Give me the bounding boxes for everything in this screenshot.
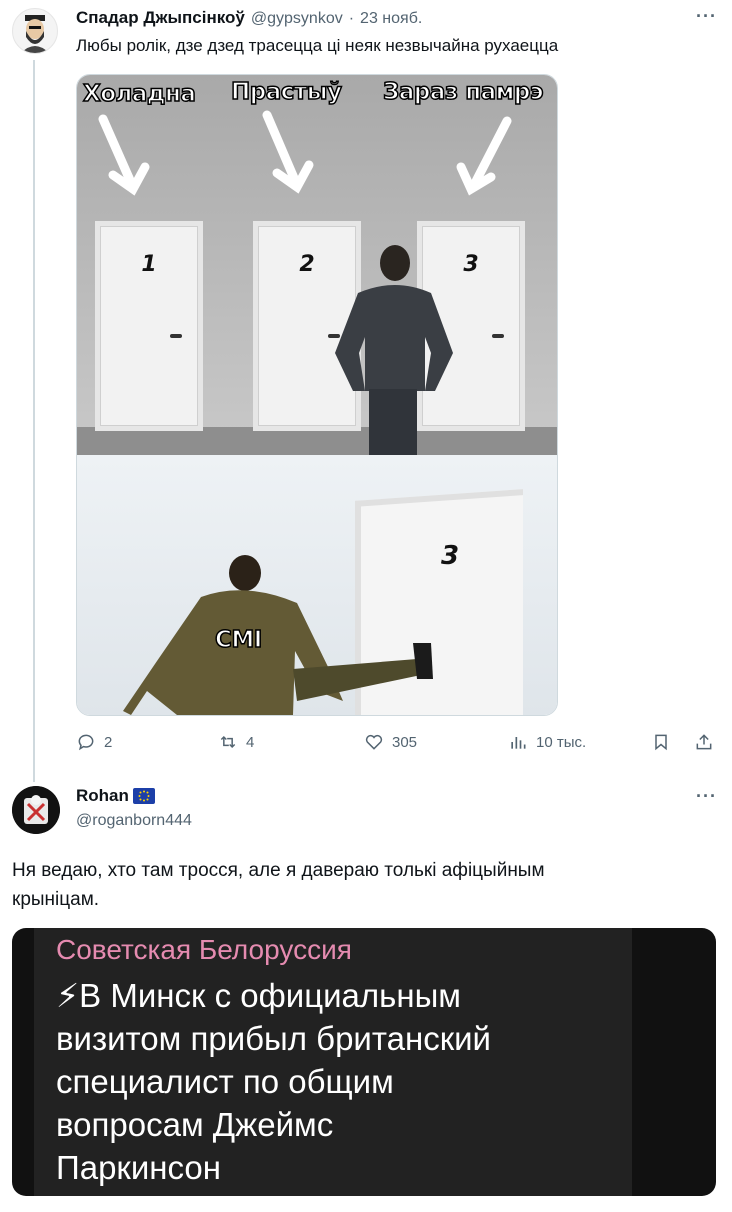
author-name[interactable]: Спадар Джыпсінкоў xyxy=(76,8,245,28)
eu-flag-icon xyxy=(132,788,155,804)
message-line: Паркинсон xyxy=(56,1149,221,1186)
meme-image[interactable]: Холадна Прастыў Зараз памрэ 1 2 3 3 СМІ xyxy=(76,74,558,716)
arrow-icons xyxy=(98,110,512,196)
tweet-header: Спадар Джыпсінкоў @gypsynkov · 23 нояб. xyxy=(76,8,422,28)
bookmark-icon xyxy=(655,734,667,751)
avatar-illustration xyxy=(21,15,49,53)
like-button[interactable]: 305 xyxy=(364,732,417,752)
more-options-button[interactable]: ··· xyxy=(696,6,717,27)
meme-top-panel: Холадна Прастыў Зараз памрэ 1 2 3 xyxy=(77,75,557,455)
tweet-text-line: Ня ведаю, хто там тросся, але я давераю … xyxy=(12,860,545,881)
message-line: вопросам Джеймс xyxy=(56,1106,334,1143)
man-in-suit-figure xyxy=(335,245,453,455)
more-options-button[interactable]: ··· xyxy=(696,786,717,807)
channel-name: Советская Белоруссия xyxy=(56,934,352,965)
tweet-text: Ня ведаю, хто там тросся, але я давераю … xyxy=(12,856,712,914)
meme-label-2: Прастыў xyxy=(230,78,342,106)
bookmark-button[interactable] xyxy=(651,732,671,752)
man-kicking-figure xyxy=(123,555,433,715)
message-line: визитом прибыл британский xyxy=(56,1020,491,1057)
meme-label-3: Зараз памрэ xyxy=(382,78,544,106)
meme-label-1: Холадна xyxy=(82,80,196,108)
thread-line xyxy=(33,60,35,782)
message-text: ⚡В Минск с официальным визитом прибыл бр… xyxy=(56,974,636,1189)
tweet-text: Любы ролік, дзе дзед трасецца ці неяк не… xyxy=(76,36,559,55)
share-icon xyxy=(696,734,712,750)
reply-button[interactable]: 2 xyxy=(76,732,112,752)
reply-count: 2 xyxy=(104,733,113,751)
tweet-text-line: крыніцам. xyxy=(12,889,100,910)
message-line: специалист по общим xyxy=(56,1063,394,1100)
views-count: 10 тыс. xyxy=(536,733,587,751)
author-avatar[interactable] xyxy=(12,786,60,834)
tweet-header: Rohan xyxy=(76,786,155,806)
retweet-button[interactable]: 4 xyxy=(218,732,254,752)
views-icon xyxy=(511,737,526,749)
door-1: 1 xyxy=(95,221,203,431)
author-avatar[interactable] xyxy=(12,8,58,54)
share-button[interactable] xyxy=(694,732,714,752)
author-name[interactable]: Rohan xyxy=(76,786,129,806)
meme-bottom-panel: 3 СМІ xyxy=(77,455,557,715)
like-count: 305 xyxy=(392,733,418,751)
message-line: ⚡В Минск с официальным xyxy=(56,977,461,1014)
telegram-screenshot-image[interactable]: Советская Белоруссия ⚡В Минск с официаль… xyxy=(12,928,716,1196)
tweet-date[interactable]: 23 нояб. xyxy=(360,10,422,28)
retweet-count: 4 xyxy=(246,733,255,751)
reply-icon xyxy=(78,734,94,751)
author-handle[interactable]: @roganborn444 xyxy=(76,812,192,830)
author-handle[interactable]: @gypsynkov xyxy=(251,10,343,28)
views-button[interactable]: 10 тыс. xyxy=(508,732,586,752)
heart-icon xyxy=(365,734,383,750)
retweet-icon xyxy=(220,735,236,749)
avatar-illustration xyxy=(12,786,60,834)
bottom-meme-label: СМІ xyxy=(214,626,263,654)
separator-dot: · xyxy=(348,10,355,27)
